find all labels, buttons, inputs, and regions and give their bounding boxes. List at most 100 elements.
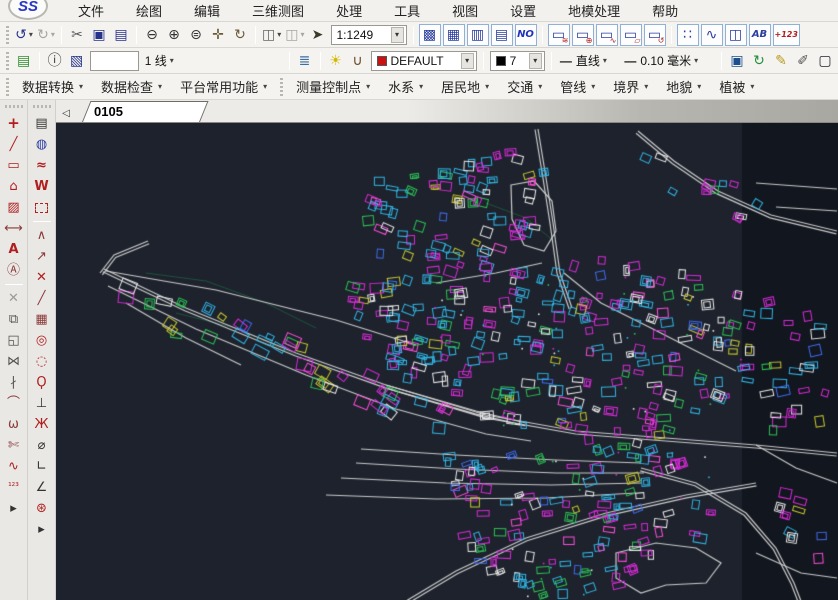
menu-6[interactable]: 视图	[436, 0, 494, 22]
menu-residential[interactable]: 居民地▾	[432, 74, 498, 99]
dashed-circle-button[interactable]: ◌	[31, 351, 53, 372]
linetype-combo[interactable]: —直线▾	[557, 50, 620, 72]
overflow-more-button[interactable]: ▸	[31, 519, 53, 540]
lineweight-combo[interactable]: —0.10 毫米▾	[621, 50, 716, 72]
toolbar-grip[interactable]	[278, 78, 285, 96]
menu-7[interactable]: 设置	[494, 0, 552, 22]
draw-polygon-button[interactable]: ⌂	[3, 176, 25, 197]
line-circle-button[interactable]: ⌀	[31, 435, 53, 456]
circle-center-button[interactable]: ◎	[31, 330, 53, 351]
paste-button[interactable]: ▤	[110, 24, 132, 46]
pipe-curve-button[interactable]: ∿	[3, 456, 25, 477]
segment-button[interactable]: ╱	[31, 288, 53, 309]
cut-button[interactable]: ✂	[66, 24, 88, 46]
toolbar-grip[interactable]	[33, 103, 51, 110]
cass-bird-button[interactable]: ➤	[307, 24, 329, 46]
menu-2[interactable]: 编辑	[178, 0, 236, 22]
grid-points-button[interactable]: ▦	[31, 309, 53, 330]
menu-platform-functions[interactable]: 平台常用功能▾	[171, 74, 276, 99]
batch-button[interactable]: ≈	[31, 155, 53, 176]
dashed-rect-button[interactable]	[31, 197, 53, 218]
toolbar-grip[interactable]	[4, 78, 11, 96]
survey-line-button[interactable]: ▭∿	[596, 24, 618, 46]
grid-window-button[interactable]: ▥	[467, 24, 489, 46]
scale-combo[interactable]: 1:1249▾	[331, 25, 407, 45]
menu-3[interactable]: 三维测图	[236, 0, 320, 22]
zoom-window-button[interactable]: ⊜	[185, 24, 207, 46]
zoom-extents-button[interactable]: ▩	[419, 24, 441, 46]
zoom-out-button[interactable]: ⊖	[141, 24, 163, 46]
contour-button[interactable]: ∿	[701, 24, 723, 46]
layer-new-button[interactable]: ▤	[13, 50, 35, 72]
erase-button[interactable]: ✕	[3, 288, 25, 309]
toolbar-grip[interactable]	[4, 26, 11, 44]
layer-combo[interactable]: 1 线▾	[142, 50, 284, 72]
hump-button[interactable]: ⌒	[3, 393, 25, 414]
menu-vegetation[interactable]: 植被▾	[710, 74, 763, 99]
gear-button[interactable]: ⊛	[31, 498, 53, 519]
menu-4[interactable]: 处理	[320, 0, 378, 22]
menu-boundary[interactable]: 境界▾	[604, 74, 657, 99]
tab-0105[interactable]: 0105	[82, 101, 200, 122]
draw-rect-button[interactable]: ▭	[3, 155, 25, 176]
menu-control-points[interactable]: 测量控制点▾	[287, 74, 379, 99]
w-points-button[interactable]: W	[31, 176, 53, 197]
draw-point-button[interactable]: +	[3, 113, 25, 134]
dropdown-caret-icon[interactable]: ▾	[529, 53, 542, 69]
menu-data-convert[interactable]: 数据转换▾	[13, 74, 92, 99]
rotate-numbers-button[interactable]: ¹²³	[3, 477, 25, 498]
menu-0[interactable]: 文件	[62, 0, 120, 22]
dropdown-caret-icon[interactable]: ▾	[603, 56, 607, 65]
star-button[interactable]: Ж	[31, 414, 53, 435]
dropdown-caret-icon[interactable]: ▾	[694, 56, 698, 65]
layer-manager-button[interactable]: ▧	[66, 50, 88, 72]
overflow-more-button[interactable]: ▸	[3, 498, 25, 519]
refresh-button[interactable]: ↻	[748, 50, 770, 72]
layer-on-button[interactable]: ☀	[325, 50, 347, 72]
menu-pipeline[interactable]: 管线▾	[551, 74, 604, 99]
color-combo[interactable]: 7▾	[490, 51, 545, 71]
survey-point-button[interactable]: ▭⊕	[572, 24, 594, 46]
menu-data-check[interactable]: 数据检查▾	[92, 74, 171, 99]
object-info-button[interactable]: ⓘ	[44, 50, 66, 72]
path-nodes-button[interactable]: ∧	[31, 225, 53, 246]
dimension-button[interactable]: ⟷	[3, 218, 25, 239]
blocks-button[interactable]: ◫	[725, 24, 747, 46]
toolbar-grip[interactable]	[5, 103, 23, 110]
layer-unlock-button[interactable]: ∪	[347, 50, 369, 72]
lasso-button[interactable]: Ϙ	[31, 372, 53, 393]
survey-data-button[interactable]: ▭≋	[548, 24, 570, 46]
layer-states-button[interactable]: ≣	[294, 50, 316, 72]
drawing-canvas[interactable]	[56, 123, 838, 600]
dropdown-caret-icon[interactable]: ▾	[170, 56, 174, 65]
label-ab-button[interactable]: AB	[749, 24, 771, 46]
zigzag-button[interactable]: ω	[3, 414, 25, 435]
zoom-in-button[interactable]: ⊕	[163, 24, 185, 46]
globe-button[interactable]: ◍	[31, 134, 53, 155]
label-123-button[interactable]: +123	[773, 24, 800, 46]
grid-dense-button[interactable]: ▤	[491, 24, 513, 46]
lock-drawing-button[interactable]: ▣	[726, 50, 748, 72]
menu-1[interactable]: 绘图	[120, 0, 178, 22]
draw-line-button[interactable]: ╱	[3, 134, 25, 155]
trim-box-button[interactable]: ✄	[3, 435, 25, 456]
menu-9[interactable]: 帮助	[636, 0, 694, 22]
point-segment-button[interactable]: ↗	[31, 246, 53, 267]
menu-8[interactable]: 地模处理	[552, 0, 636, 22]
survey-loop-button[interactable]: ▭↺	[644, 24, 666, 46]
mirror-button[interactable]: ⋈	[3, 351, 25, 372]
view-previous-button[interactable]: ◫▾	[260, 24, 283, 46]
display-button[interactable]: ▢	[814, 50, 836, 72]
menu-5[interactable]: 工具	[378, 0, 436, 22]
axes-k-button[interactable]: ∠	[31, 477, 53, 498]
point-display-button[interactable]: ∷	[677, 24, 699, 46]
copy-object-button[interactable]: ◱	[3, 330, 25, 351]
quick-filter-input[interactable]	[90, 51, 139, 71]
axes-dot-button[interactable]: ∟	[31, 456, 53, 477]
notebook-button[interactable]: ▤	[31, 113, 53, 134]
perpendicular-button[interactable]: ⊥	[31, 393, 53, 414]
map-canvas-area[interactable]	[56, 123, 838, 600]
link-copy-button[interactable]: ⧉	[3, 309, 25, 330]
text-button[interactable]: A	[3, 239, 25, 260]
brush-button[interactable]: ✐	[792, 50, 814, 72]
